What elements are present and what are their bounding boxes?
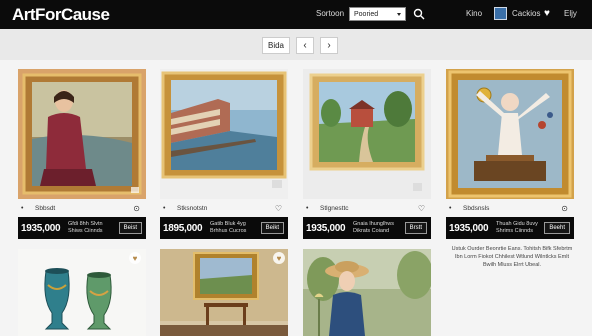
card-info-row: • Stlgnesttc ♡	[303, 201, 431, 215]
artwork-price: 1895,000	[163, 222, 203, 234]
artwork-name[interactable]: Stksnotstn	[177, 205, 207, 212]
artwork-price: 1935,000	[449, 222, 489, 234]
status-dot-icon: •	[306, 204, 309, 212]
artwork-image[interactable]	[303, 249, 431, 336]
meta-line: Shrims Ciinnds	[496, 227, 533, 234]
artwork-image[interactable]	[18, 69, 146, 199]
card-info-row: • Sbdsnsls ⊙	[446, 201, 574, 215]
meta-line: Shiws Ciinnds	[68, 227, 103, 234]
favorite-badge-icon[interactable]: ♥	[273, 252, 285, 264]
buy-button[interactable]: Beikt	[260, 222, 284, 234]
meta-line: Brhhus Cucros	[210, 227, 247, 234]
sort-dropdown[interactable]: Pooried	[349, 7, 406, 21]
artwork-image[interactable]	[160, 69, 288, 199]
nav-link-cackios[interactable]: Cackios	[512, 9, 540, 18]
status-dot-icon: •	[163, 204, 166, 212]
search-icon[interactable]	[413, 8, 425, 20]
meta-line: Dikrats Coiand	[353, 227, 390, 234]
artwork-meta: Gatib Bluk 4yg Brhhus Cucros	[210, 221, 260, 234]
artwork-meta: Thuah Gidu 8uvy Shrims Ciinnds	[496, 221, 546, 234]
next-page-button[interactable]: ›	[320, 37, 338, 54]
buy-button[interactable]: Brstt	[404, 222, 427, 234]
price-bar: 1935,000 Gfdi 8hh Slvtn Shiws Ciinnds Be…	[18, 217, 146, 239]
artwork-price: 1935,000	[21, 222, 61, 234]
status-dot-icon: •	[21, 204, 24, 212]
artwork-meta: Gnaia Ihunglhws Dikrats Coiand	[353, 221, 403, 234]
price-bar: 1895,000 Gatib Bluk 4yg Brhhus Cucros Be…	[160, 217, 288, 239]
top-nav-bar: ArtForCause Sortoon Pooried Kino Cackios…	[0, 0, 592, 29]
price-bar: 1935,000 Thuah Gidu 8uvy Shrims Ciinnds …	[446, 217, 574, 239]
artwork-name[interactable]: Sbdsnsls	[463, 205, 489, 212]
prev-page-button[interactable]: ‹	[296, 37, 314, 54]
artwork-meta: Gfdi 8hh Slvtn Shiws Ciinnds	[68, 221, 118, 234]
favorite-icon[interactable]: ♡	[418, 204, 425, 213]
filter-bar: Bida ‹ ›	[0, 29, 592, 60]
artwork-name[interactable]: Sbbsdt	[35, 205, 55, 212]
chevron-down-icon	[397, 13, 401, 16]
sort-label: Sortoon	[316, 9, 345, 18]
nav-link-eljy[interactable]: Eljy	[564, 9, 577, 18]
artwork-image[interactable]	[303, 69, 431, 199]
sort-dropdown-value: Pooried	[354, 10, 379, 18]
filter-button[interactable]: Bida	[262, 37, 290, 54]
artwork-price: 1935,000	[306, 222, 346, 234]
share-icon[interactable]: ⊙	[561, 204, 568, 213]
card-info-row: • Stksnotstn ♡	[160, 201, 288, 215]
artwork-image[interactable]	[18, 249, 146, 336]
site-logo[interactable]: ArtForCause	[12, 5, 110, 25]
favorite-badge-icon[interactable]: ♥	[129, 252, 141, 264]
cart-icon[interactable]	[494, 7, 507, 20]
favorite-icon[interactable]: ♡	[275, 204, 282, 213]
artwork-image[interactable]	[160, 249, 288, 336]
buy-button[interactable]: Beist	[118, 222, 142, 234]
heart-icon[interactable]: ♥	[544, 9, 550, 19]
artwork-name[interactable]: Stlgnesttc	[320, 205, 349, 212]
artwork-description: Ustuk Ourder Beonrtie Eans. Tohitsh Bifk…	[451, 246, 573, 268]
price-bar: 1935,000 Gnaia Ihunglhws Dikrats Coiand …	[303, 217, 431, 239]
status-dot-icon: •	[449, 204, 452, 212]
card-info-row: • Sbbsdt ⊙	[18, 201, 146, 215]
artwork-image[interactable]	[446, 69, 574, 199]
share-icon[interactable]: ⊙	[133, 204, 140, 213]
nav-link-kino[interactable]: Kino	[466, 9, 482, 18]
buy-button[interactable]: Beeht	[544, 222, 570, 234]
